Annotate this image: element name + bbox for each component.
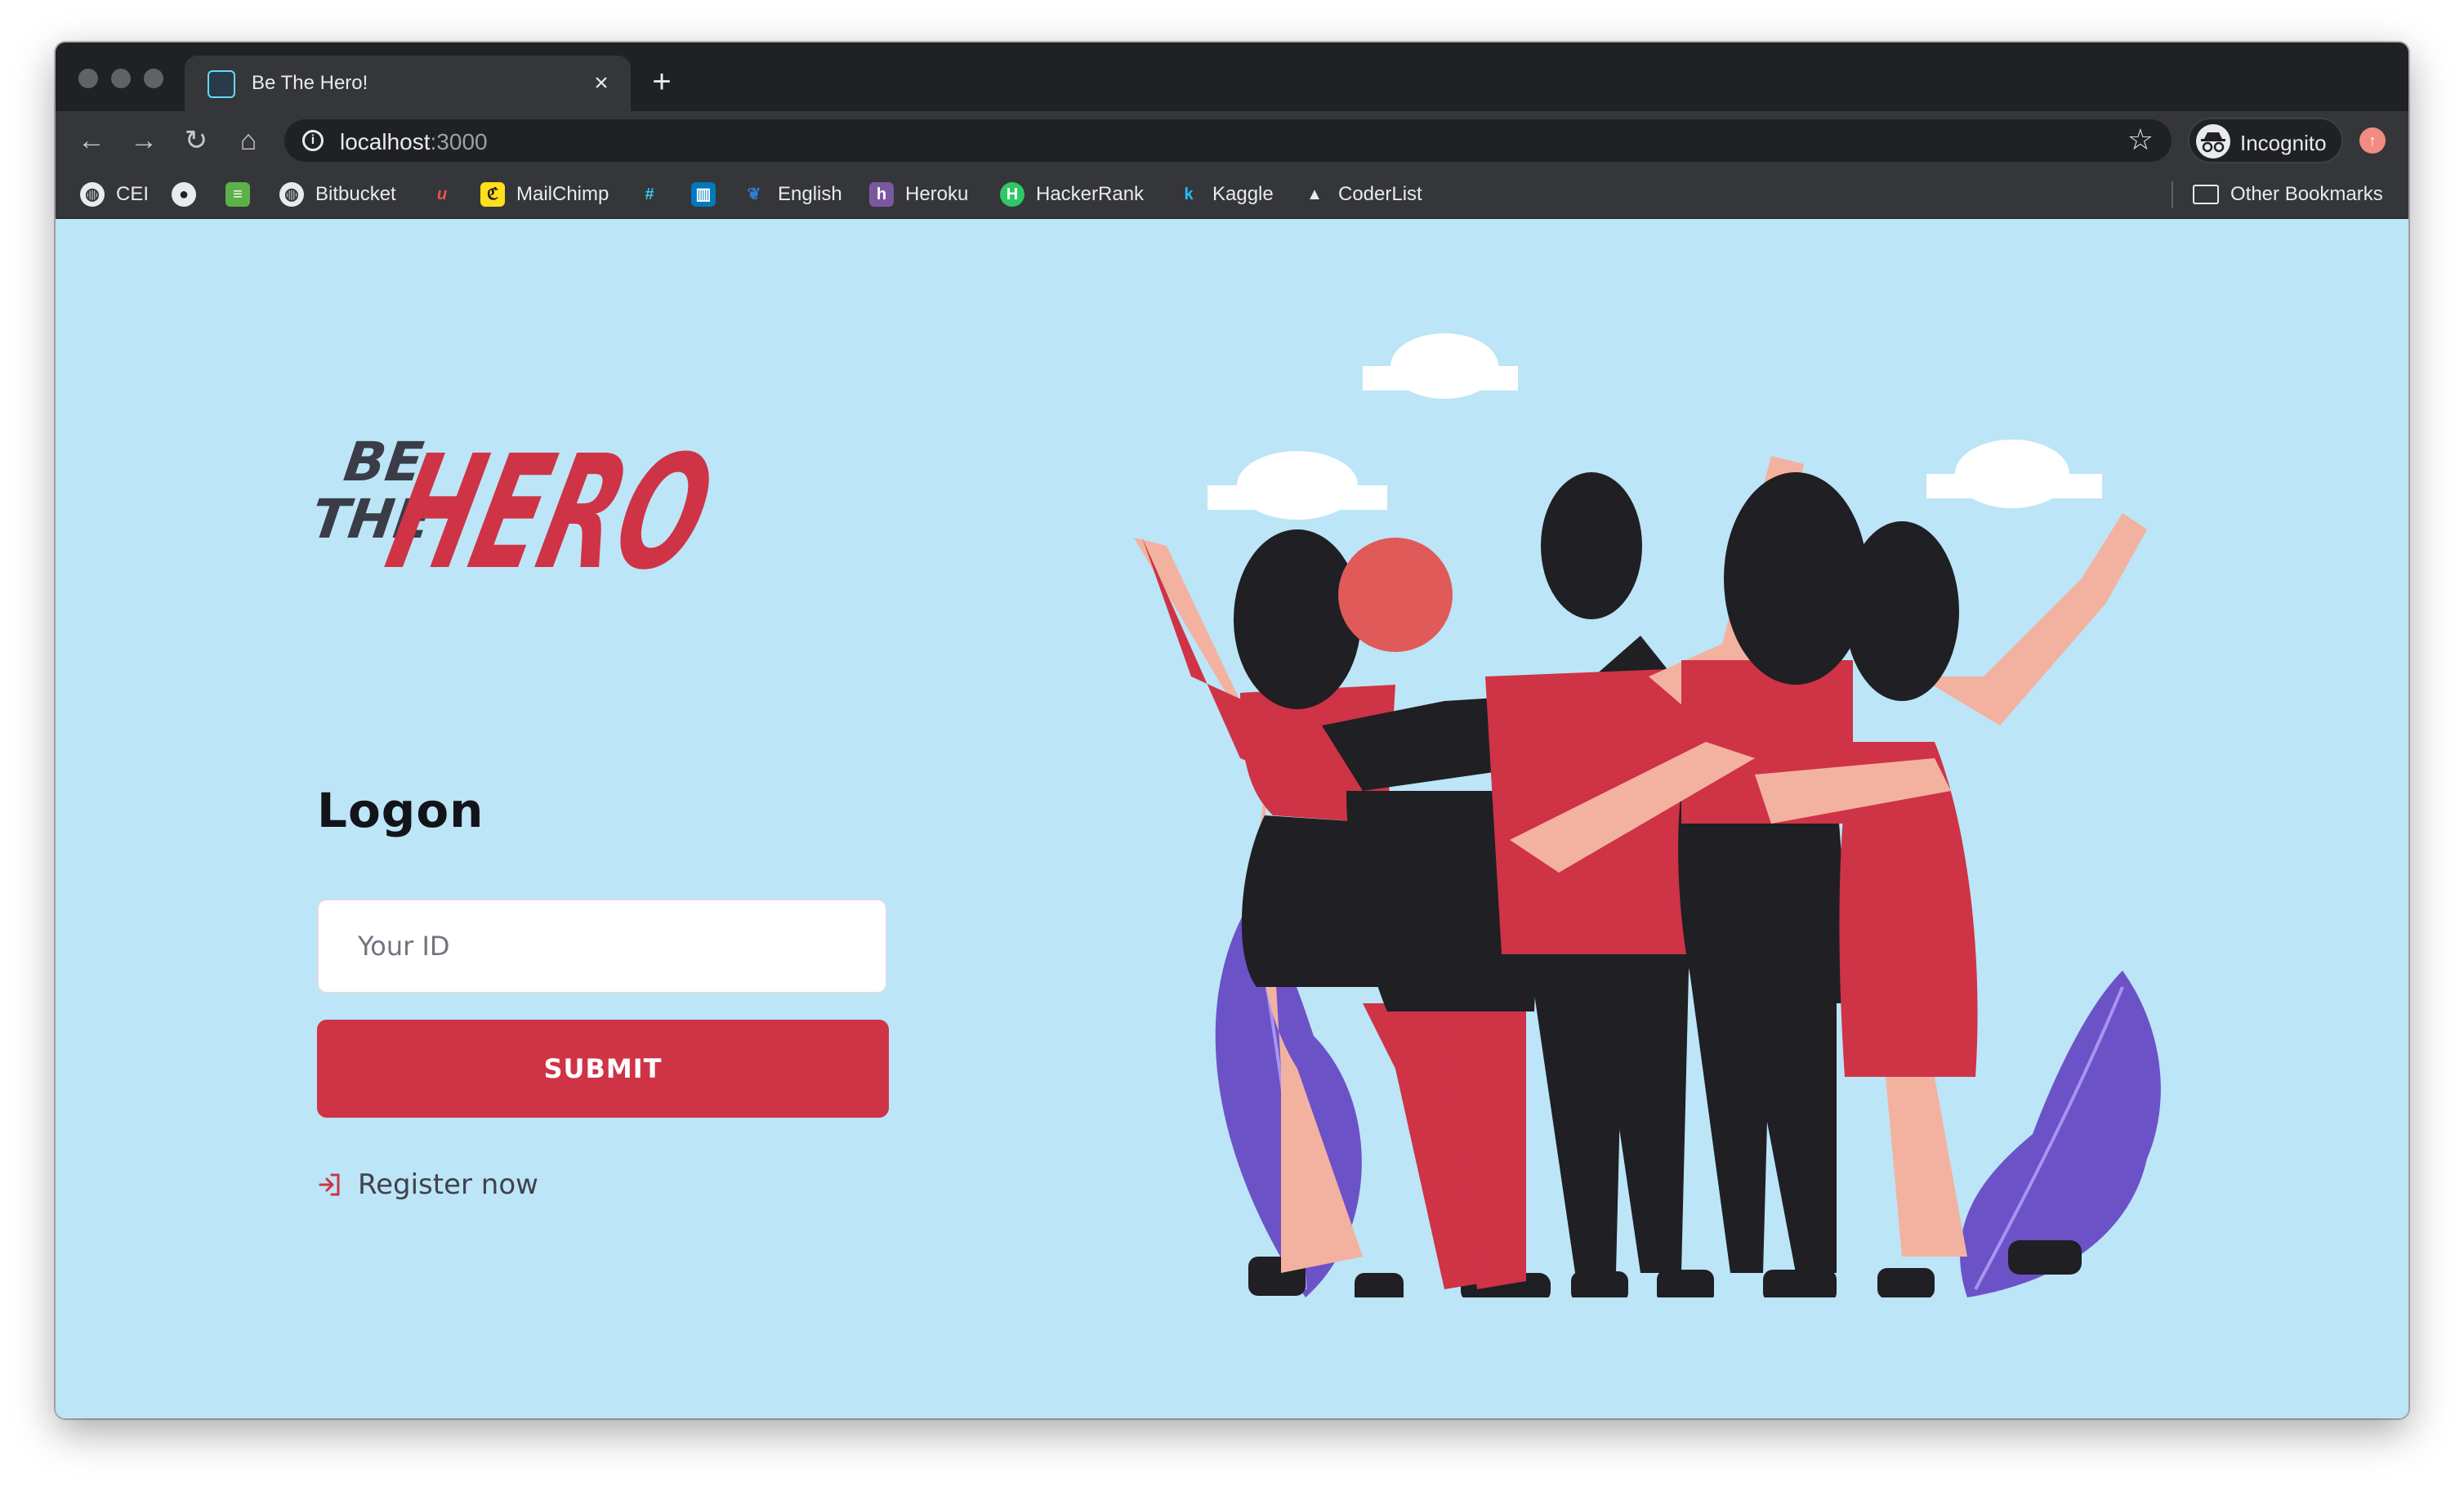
bookmark-kaggle[interactable]: k Kaggle	[1176, 180, 1274, 209]
react-icon	[208, 70, 235, 98]
page-title: Logon	[317, 783, 484, 838]
page-content: BE THE HERO Logon SUBMIT Register now	[56, 219, 2408, 1418]
home-icon[interactable]: ⌂	[230, 123, 266, 159]
english-icon: ❦	[747, 185, 761, 203]
bookmark-label: MailChimp	[516, 183, 609, 205]
maximize-window-button[interactable]	[144, 69, 163, 88]
be-the-hero-logo: BE THE HERO	[315, 422, 729, 603]
bookmark-coderlist[interactable]: ▲ CoderList	[1302, 180, 1422, 209]
other-bookmarks[interactable]: Other Bookmarks	[2193, 180, 2383, 209]
bookmark-label: HackerRank	[1036, 183, 1145, 205]
bookmark-label: CoderList	[1338, 183, 1422, 205]
close-window-button[interactable]	[78, 69, 98, 88]
tab-close-icon[interactable]: ×	[585, 67, 618, 100]
globe-icon: ◍	[80, 182, 105, 207]
github-icon: ●	[172, 182, 196, 207]
bookmark-label: CEI	[116, 183, 150, 205]
bookmark-udemy[interactable]: u	[430, 180, 466, 209]
coderlist-icon: ▲	[1306, 185, 1323, 203]
bookmark-heroku[interactable]: h Heroku	[869, 180, 968, 209]
heroes-illustration	[1134, 333, 2161, 1297]
url-port: :3000	[430, 129, 488, 154]
register-label: Register now	[358, 1168, 538, 1201]
kaggle-icon: k	[1184, 185, 1194, 203]
incognito-icon	[2196, 124, 2230, 159]
bookmark-label: Kaggle	[1212, 183, 1274, 205]
reload-icon[interactable]: ↻	[178, 123, 214, 159]
bookmark-github[interactable]: ●	[172, 180, 208, 209]
tab-title: Be The Hero!	[252, 72, 368, 94]
extension-icon[interactable]: ↑	[2359, 127, 2386, 154]
bookmark-label: Heroku	[905, 183, 969, 205]
register-link[interactable]: Register now	[317, 1168, 538, 1201]
bookmark-hackerrank[interactable]: H HackerRank	[1000, 180, 1144, 209]
address-bar[interactable]: i localhost:3000 ☆	[284, 119, 2172, 162]
other-bookmarks-label: Other Bookmarks	[2230, 183, 2383, 205]
browser-window: Be The Hero! × + ← → ↻ ⌂ i localhost:300…	[56, 42, 2408, 1418]
bookmark-slack[interactable]: #	[637, 180, 673, 209]
browser-toolbar: ← → ↻ ⌂ i localhost:3000 ☆ Incognito ↑	[56, 111, 2408, 170]
logo-hero: HERO	[373, 422, 729, 603]
incognito-button[interactable]: Incognito	[2188, 118, 2343, 163]
bookmark-mailchimp[interactable]: ℭ MailChimp	[480, 180, 609, 209]
forward-icon[interactable]: →	[126, 123, 162, 159]
log-in-icon	[319, 1173, 340, 1196]
info-icon[interactable]: i	[302, 130, 324, 151]
url-host: localhost	[340, 129, 431, 154]
folder-icon	[2193, 185, 2219, 204]
id-input[interactable]	[317, 899, 887, 994]
bookmarks-bar: ◍ CEI ● ≡ ◍ Bitbucket u ℭ MailChimp # ▥ …	[56, 170, 2408, 219]
bookmark-label: Bitbucket	[315, 183, 396, 205]
bookmark-cei[interactable]: ◍ CEI	[80, 180, 149, 209]
tab-strip: Be The Hero! × +	[56, 42, 2408, 111]
back-icon[interactable]: ←	[74, 123, 109, 159]
bookmark-stackoverflow[interactable]: ≡	[225, 180, 261, 209]
cloud-icon	[1207, 333, 2102, 520]
udemy-icon: u	[436, 185, 448, 203]
bookmarks-separator	[2172, 181, 2173, 208]
bookmark-bitbucket[interactable]: ◍ Bitbucket	[279, 180, 396, 209]
url-text: localhost:3000	[340, 129, 488, 155]
hackerrank-icon: H	[1000, 182, 1024, 207]
new-tab-button[interactable]: +	[645, 65, 678, 98]
bookmark-trello[interactable]: ▥	[691, 180, 727, 209]
trello-icon: ▥	[691, 182, 716, 207]
stackoverflow-icon: ≡	[225, 182, 250, 207]
slack-icon: #	[645, 185, 654, 203]
bookmark-label: English	[778, 183, 842, 205]
globe-icon: ◍	[279, 182, 304, 207]
heroku-icon: h	[869, 182, 894, 207]
bookmark-star-icon[interactable]: ☆	[2127, 123, 2154, 157]
mailchimp-icon: ℭ	[480, 182, 505, 207]
tab-active[interactable]: Be The Hero! ×	[185, 56, 631, 111]
minimize-window-button[interactable]	[111, 69, 131, 88]
submit-button[interactable]: SUBMIT	[317, 1020, 889, 1118]
incognito-label: Incognito	[2240, 131, 2327, 155]
bookmark-english[interactable]: ❦ English	[742, 180, 842, 209]
